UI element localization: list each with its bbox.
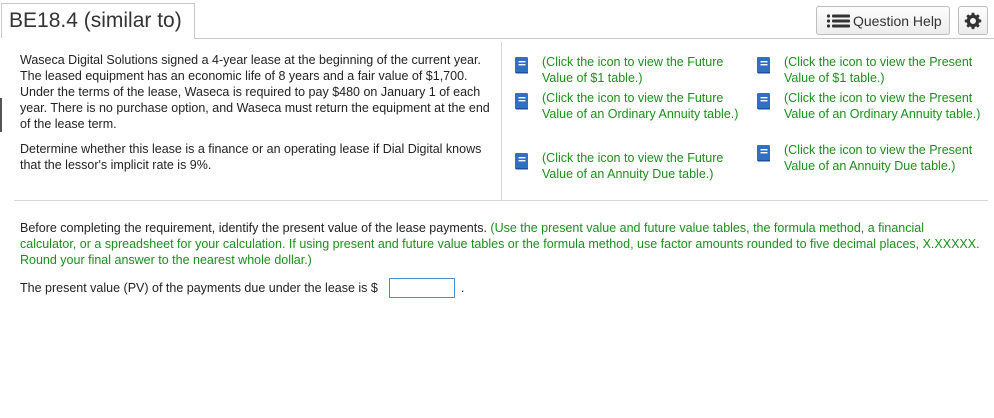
answer-row: The present value (PV) of the payments d… <box>20 278 464 298</box>
page-title: BE18.4 (similar to) <box>9 9 182 32</box>
future-value-annuity-due-link[interactable]: (Click the icon to view the Future Value… <box>514 150 740 182</box>
future-value-ordinary-annuity-link[interactable]: (Click the icon to view the Future Value… <box>514 90 740 122</box>
present-value-1-label: (Click the icon to view the Present Valu… <box>784 55 973 85</box>
present-value-annuity-due-label: (Click the icon to view the Present Valu… <box>784 143 973 173</box>
book-icon <box>757 145 770 162</box>
settings-button[interactable] <box>958 6 988 35</box>
question-help-button[interactable]: Question Help <box>816 6 950 35</box>
book-icon <box>515 57 528 74</box>
title-tab: BE18.4 (similar to) <box>1 3 195 38</box>
list-icon <box>826 13 850 28</box>
present-value-ordinary-annuity-link[interactable]: (Click the icon to view the Present Valu… <box>756 90 982 122</box>
gear-icon <box>964 12 982 29</box>
question-help-label: Question Help <box>853 12 942 29</box>
present-value-ordinary-annuity-label: (Click the icon to view the Present Valu… <box>784 91 981 121</box>
column-divider <box>501 42 502 200</box>
future-value-1-link[interactable]: (Click the icon to view the Future Value… <box>514 54 740 86</box>
future-value-1-label: (Click the icon to view the Future Value… <box>542 55 724 85</box>
requirement-lead: Before completing the requirement, ident… <box>20 221 487 235</box>
present-value-input[interactable] <box>388 278 455 298</box>
left-edge-marker <box>0 98 2 132</box>
problem-paragraph-1: Waseca Digital Solutions signed a 4-year… <box>20 53 490 131</box>
book-icon <box>515 93 528 110</box>
book-icon <box>515 153 528 170</box>
header-divider <box>194 38 994 39</box>
future-value-annuity-due-label: (Click the icon to view the Future Value… <box>542 151 724 181</box>
problem-statement: Waseca Digital Solutions signed a 4-year… <box>20 52 494 182</box>
answer-suffix: . <box>460 281 465 295</box>
requirement-text: Before completing the requirement, ident… <box>20 220 980 268</box>
future-value-ordinary-annuity-label: (Click the icon to view the Future Value… <box>542 91 739 121</box>
answer-prompt: The present value (PV) of the payments d… <box>20 281 378 295</box>
book-icon <box>757 93 770 110</box>
section-divider <box>14 200 988 201</box>
problem-paragraph-2: Determine whether this lease is a financ… <box>20 142 482 172</box>
present-value-annuity-due-link[interactable]: (Click the icon to view the Present Valu… <box>756 142 982 174</box>
header-bar: BE18.4 (similar to) Question Help <box>0 0 994 40</box>
present-value-1-link[interactable]: (Click the icon to view the Present Valu… <box>756 54 982 86</box>
book-icon <box>757 57 770 74</box>
